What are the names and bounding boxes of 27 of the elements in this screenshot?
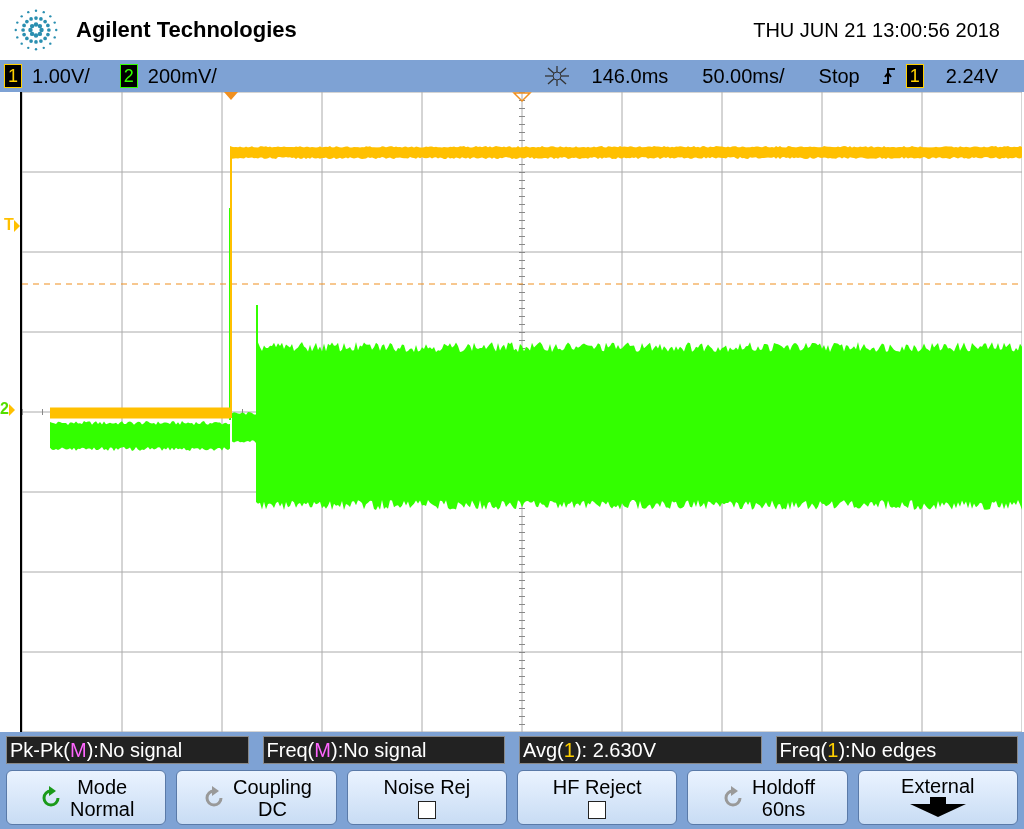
- softkey-button[interactable]: External: [857, 770, 1018, 825]
- channel-scale: 1.00V/: [32, 64, 90, 88]
- down-arrow-icon: [909, 796, 966, 817]
- measurement-readout: Pk-Pk(M):No signal: [6, 736, 249, 764]
- channel-badge: 2: [119, 64, 138, 88]
- date-time: THU JUN 21 13:00:56 2018: [753, 18, 1000, 42]
- brand-name: Agilent Technologies: [76, 17, 297, 43]
- measurement-readout: Freq(1):No edges: [775, 736, 1018, 764]
- channel-badge: 1: [4, 64, 22, 88]
- checkbox[interactable]: [417, 801, 436, 820]
- timebase-value: 50.00ms/: [702, 64, 785, 88]
- trigger-level: 2.24V: [945, 64, 998, 88]
- checkbox[interactable]: [588, 801, 607, 820]
- channel-scale: 200mV/: [147, 64, 217, 88]
- measurement-readout: Freq(M):No signal: [262, 736, 505, 764]
- delay-value: 146.0ms: [591, 64, 669, 88]
- run-state: Stop: [818, 64, 860, 88]
- rising-edge-icon: [881, 66, 896, 86]
- softkey-button[interactable]: Mode Normal: [6, 770, 167, 825]
- delay-icon: [543, 65, 570, 87]
- measurement-readout: Avg(1): 2.630V: [519, 736, 762, 764]
- softkey-button[interactable]: Holdoff 60ns: [687, 770, 848, 825]
- softkey-button[interactable]: HF Reject: [517, 770, 678, 825]
- softkey-button[interactable]: Noise Rej: [346, 770, 507, 825]
- time-reference-marker: [512, 92, 532, 103]
- trigger-source-badge: 1: [905, 64, 924, 88]
- softkey-button[interactable]: Coupling DC: [176, 770, 337, 825]
